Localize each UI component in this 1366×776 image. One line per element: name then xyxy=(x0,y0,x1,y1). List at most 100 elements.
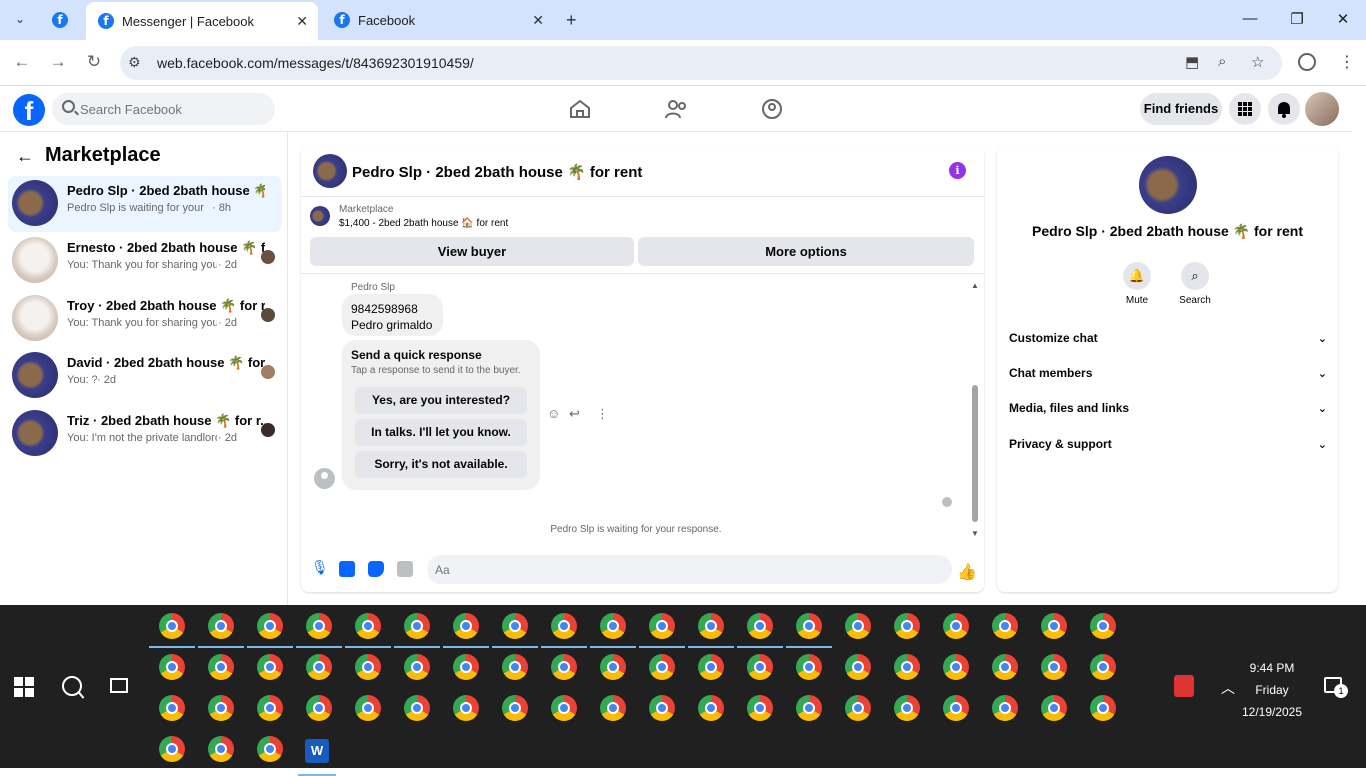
address-bar[interactable]: ⚙ web.facebook.com/messages/t/8436923019… xyxy=(120,46,1282,80)
chrome-icon[interactable] xyxy=(306,654,332,680)
close-tab-icon[interactable]: ✕ xyxy=(532,12,544,29)
chrome-icon[interactable] xyxy=(296,613,342,648)
chrome-icon[interactable] xyxy=(737,613,783,648)
taskbar-search-icon[interactable] xyxy=(62,676,82,696)
notification-center-icon[interactable]: 1 xyxy=(1324,677,1348,698)
chrome-icon[interactable] xyxy=(453,654,479,680)
chrome-icon[interactable] xyxy=(208,736,234,762)
restore-icon[interactable]: ❐ xyxy=(1287,10,1307,28)
task-view-icon[interactable] xyxy=(110,678,128,693)
pinned-facebook-tab[interactable]: f xyxy=(52,0,76,40)
chrome-icon[interactable] xyxy=(1041,613,1067,639)
tab-messenger[interactable]: f Messenger | Facebook ✕ xyxy=(86,2,318,40)
info-icon[interactable]: i xyxy=(949,162,966,179)
chat-avatar[interactable] xyxy=(313,154,347,188)
chrome-icon[interactable] xyxy=(992,695,1018,721)
message-bubble[interactable]: 9842598968 Pedro grimaldo xyxy=(342,294,443,336)
chrome-icon[interactable] xyxy=(845,613,871,639)
quick-response-button[interactable]: Yes, are you interested? xyxy=(355,387,527,414)
chrome-icon[interactable] xyxy=(159,654,185,680)
friends-icon[interactable] xyxy=(664,99,688,119)
chrome-icon[interactable] xyxy=(355,695,381,721)
chrome-icon[interactable] xyxy=(992,613,1018,639)
tab-facebook[interactable]: f Facebook ✕ xyxy=(326,0,554,40)
chrome-icon[interactable] xyxy=(1090,695,1116,721)
quick-response-button[interactable]: In talks. I'll let you know. xyxy=(355,419,527,446)
site-info-icon[interactable]: ⚙ xyxy=(128,54,141,71)
word-icon[interactable]: W xyxy=(298,739,336,776)
reply-icon[interactable]: ↩ xyxy=(569,406,580,422)
chrome-icon[interactable] xyxy=(845,695,871,721)
react-icon[interactable]: ☺ xyxy=(547,406,560,421)
chrome-icon[interactable] xyxy=(208,654,234,680)
chrome-icon[interactable] xyxy=(796,654,822,680)
chrome-icon[interactable] xyxy=(306,695,332,721)
profile-icon[interactable] xyxy=(1298,53,1316,71)
chrome-icon[interactable] xyxy=(747,695,773,721)
quick-response-button[interactable]: Sorry, it's not available. xyxy=(355,451,527,478)
chrome-icon[interactable] xyxy=(208,695,234,721)
chrome-icon[interactable] xyxy=(845,654,871,680)
chrome-icon[interactable] xyxy=(943,695,969,721)
chrome-icon[interactable] xyxy=(1041,654,1067,680)
chrome-icon[interactable] xyxy=(590,613,636,648)
account-avatar[interactable] xyxy=(1305,92,1339,126)
chrome-icon[interactable] xyxy=(943,613,969,639)
conversation-item[interactable]: Ernesto · 2bed 2bath house 🌴 f... You: T… xyxy=(8,233,282,289)
facebook-logo[interactable]: f xyxy=(13,94,45,126)
chrome-icon[interactable] xyxy=(453,695,479,721)
chrome-icon[interactable] xyxy=(394,613,440,648)
gif-icon[interactable] xyxy=(397,561,413,577)
forward-icon[interactable]: → xyxy=(47,52,69,72)
conversation-item[interactable]: Triz · 2bed 2bath house 🌴 for r... You: … xyxy=(8,406,282,462)
chrome-icon[interactable] xyxy=(943,654,969,680)
chrome-icon[interactable] xyxy=(992,654,1018,680)
chrome-icon[interactable] xyxy=(600,654,626,680)
chat-profile-image[interactable] xyxy=(1139,156,1197,214)
message-input-box[interactable] xyxy=(427,555,1069,584)
show-hidden-icons-chevron[interactable]: ︿ xyxy=(1221,678,1235,698)
menu-grid-icon[interactable] xyxy=(1229,93,1261,125)
tab-search-icon[interactable]: ⌄ xyxy=(10,12,30,28)
chrome-icon[interactable] xyxy=(257,736,283,762)
chrome-icon[interactable] xyxy=(404,695,430,721)
photo-icon[interactable] xyxy=(339,561,355,577)
page-scrollbar[interactable] xyxy=(1352,87,1366,605)
close-window-icon[interactable]: ✕ xyxy=(1333,10,1353,28)
chrome-icon[interactable] xyxy=(551,654,577,680)
chrome-icon[interactable] xyxy=(649,695,675,721)
chrome-icon[interactable] xyxy=(247,613,293,648)
chrome-icon[interactable] xyxy=(257,695,283,721)
chrome-icon[interactable] xyxy=(159,695,185,721)
zoom-icon[interactable]: ⌕ xyxy=(1218,53,1226,70)
bookmark-star-icon[interactable]: ☆ xyxy=(1251,53,1264,71)
microphone-icon[interactable]: 🎙 xyxy=(311,559,329,575)
chrome-icon[interactable] xyxy=(600,695,626,721)
back-arrow-icon[interactable]: ← xyxy=(16,146,34,167)
privacy-support-section[interactable]: Privacy & support ⌄ xyxy=(1009,437,1327,457)
back-icon[interactable]: ← xyxy=(11,52,33,72)
chrome-icon[interactable] xyxy=(355,654,381,680)
chrome-icon[interactable] xyxy=(404,654,430,680)
chrome-icon[interactable] xyxy=(894,613,920,639)
chrome-icon[interactable] xyxy=(149,613,195,648)
chat-title[interactable]: Pedro Slp · 2bed 2bath house 🌴 for rent xyxy=(352,163,642,181)
chat-scrollbar[interactable]: ▲ ▼ xyxy=(970,281,980,539)
chrome-icon[interactable] xyxy=(698,654,724,680)
more-options-button[interactable]: More options xyxy=(638,237,974,266)
media-files-section[interactable]: Media, files and links ⌄ xyxy=(1009,401,1327,421)
chrome-icon[interactable] xyxy=(894,654,920,680)
view-buyer-button[interactable]: View buyer xyxy=(310,237,634,266)
install-app-icon[interactable]: ⬒ xyxy=(1185,53,1199,71)
search-button[interactable]: ⌕ Search xyxy=(1165,262,1225,306)
chrome-icon[interactable] xyxy=(492,613,538,648)
browser-menu-icon[interactable]: ⋮ xyxy=(1339,52,1355,72)
close-tab-icon[interactable]: ✕ xyxy=(296,13,308,30)
scroll-up-icon[interactable]: ▲ xyxy=(971,281,979,290)
chrome-icon[interactable] xyxy=(786,613,832,648)
chrome-icon[interactable] xyxy=(502,695,528,721)
chrome-icon[interactable] xyxy=(443,613,489,648)
chrome-icon[interactable] xyxy=(688,613,734,648)
customize-chat-section[interactable]: Customize chat ⌄ xyxy=(1009,331,1327,351)
chrome-icon[interactable] xyxy=(541,613,587,648)
